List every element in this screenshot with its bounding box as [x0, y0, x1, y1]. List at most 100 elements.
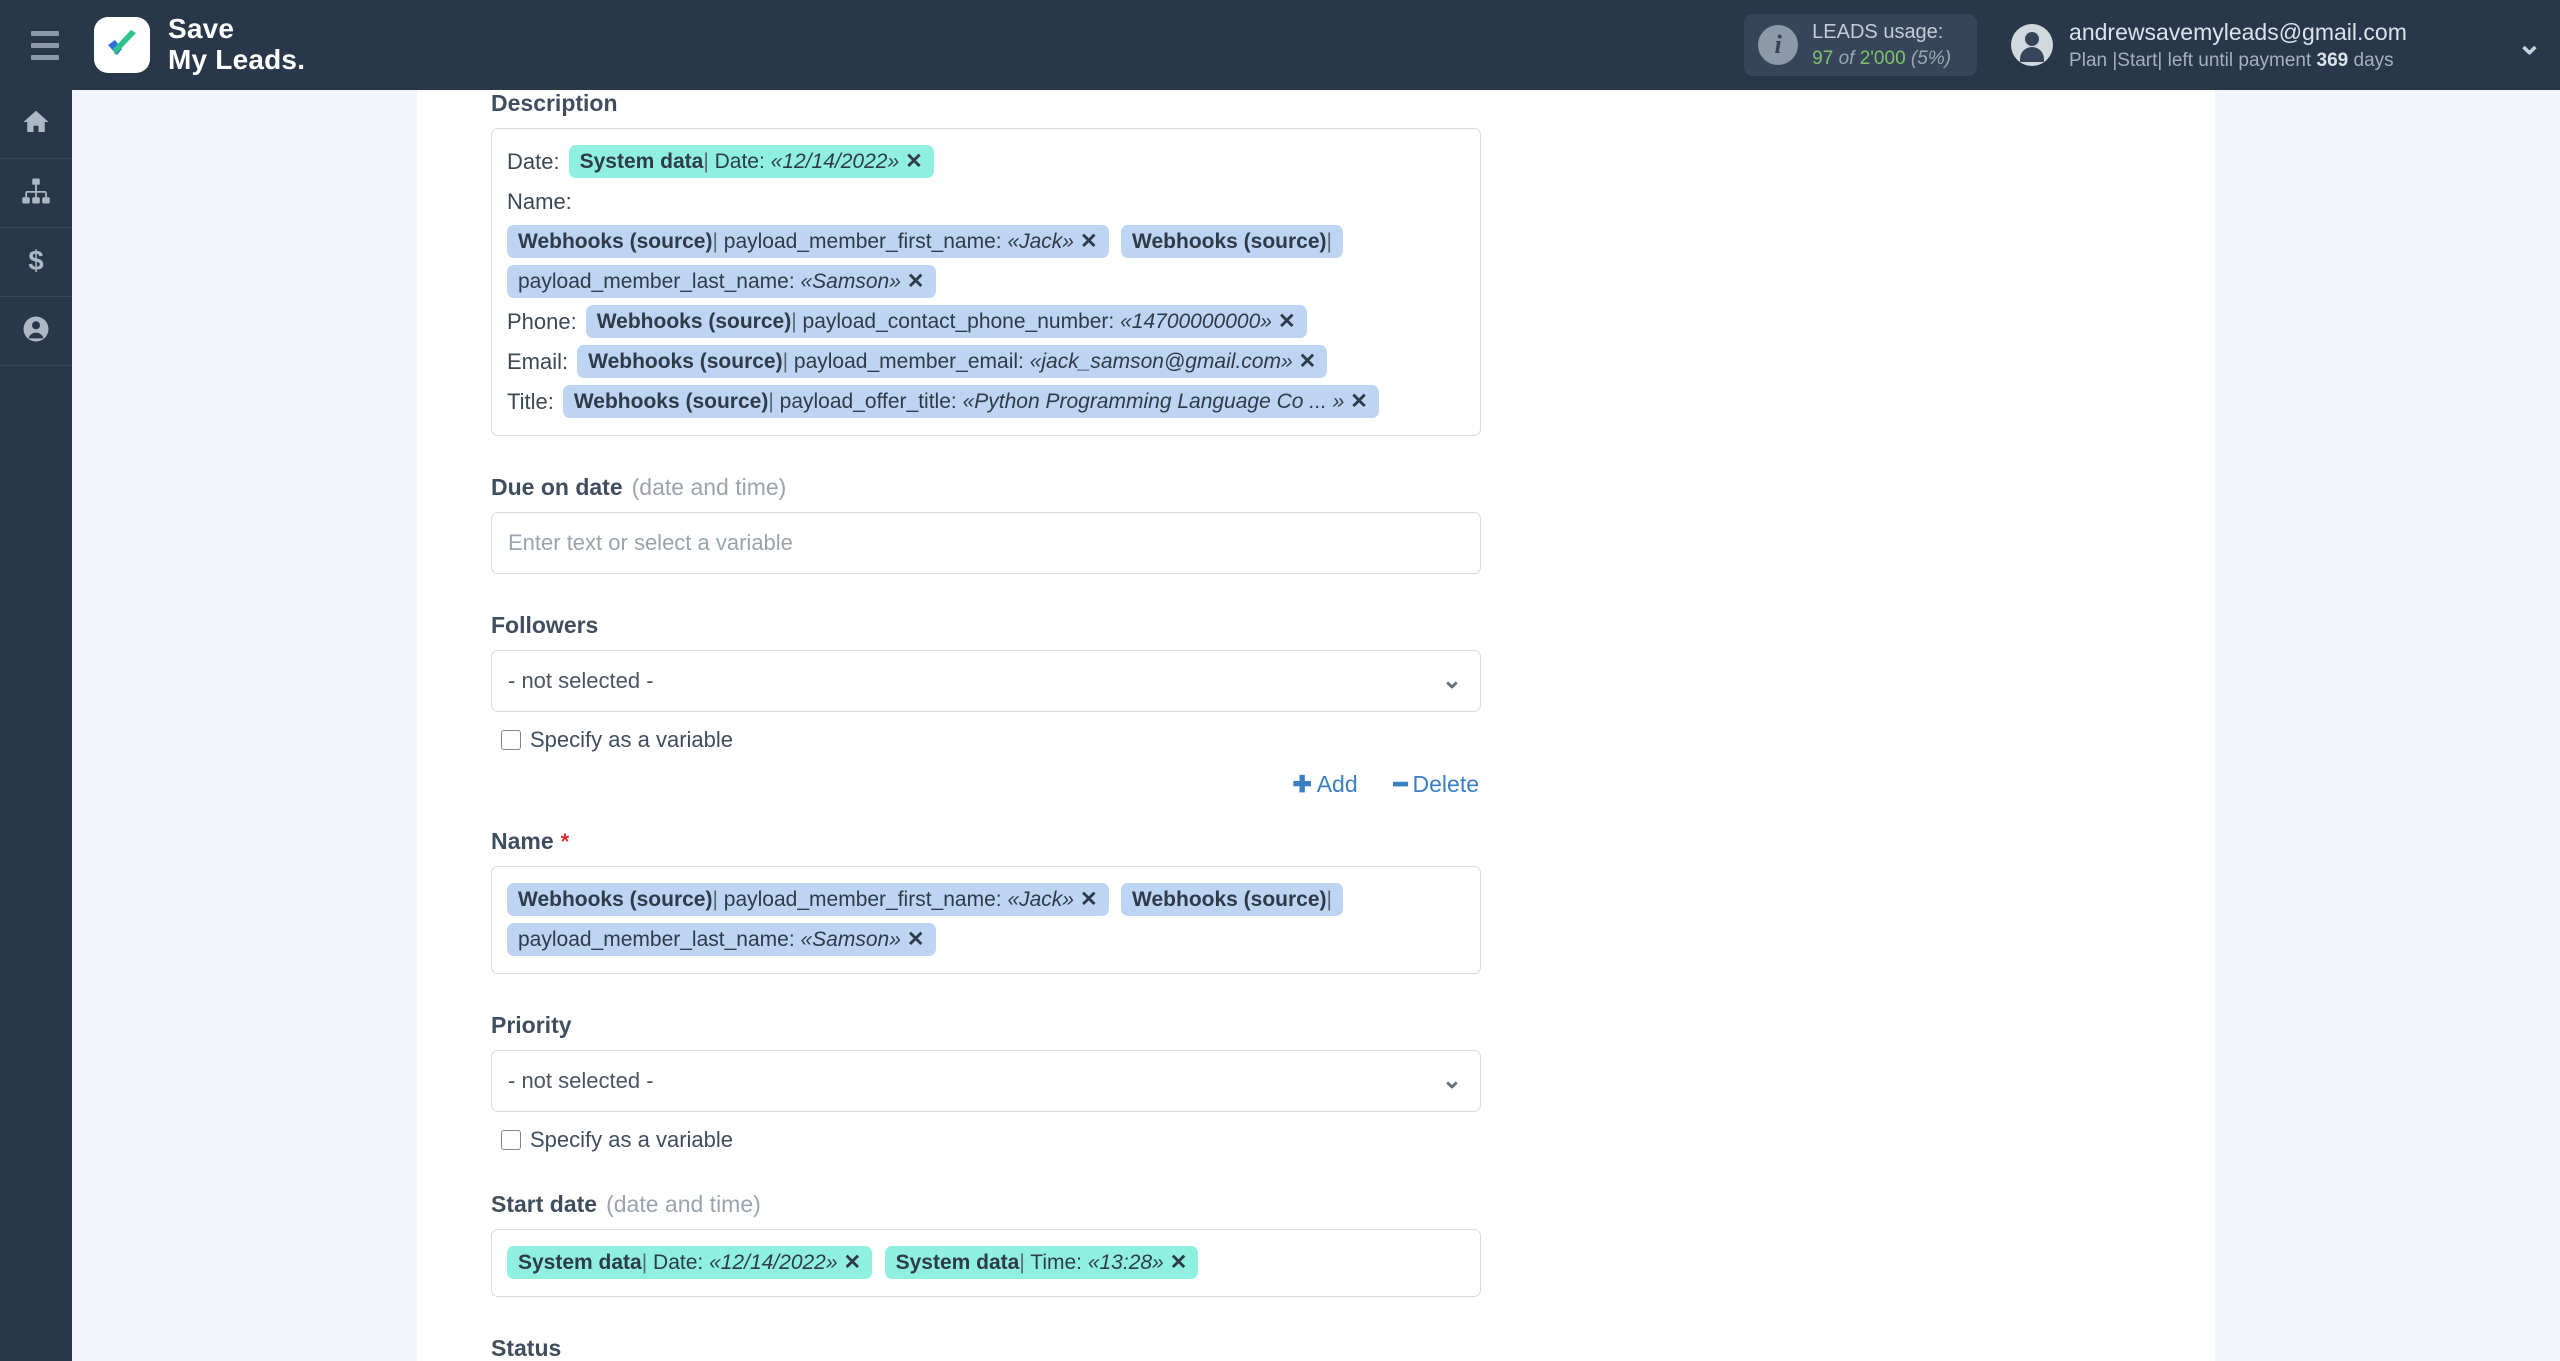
- due-on-date-label: Due on date (date and time): [491, 474, 1481, 501]
- row-label: Title:: [507, 389, 554, 414]
- tag-source: Webhooks (source): [596, 310, 792, 333]
- checkbox-label: Specify as a variable: [530, 1127, 733, 1152]
- variable-tag[interactable]: Webhooks (source)| payload_member_first_…: [507, 225, 1109, 258]
- home-icon: [21, 107, 51, 142]
- description-row-name: Name: Webhooks (source)| payload_member_…: [507, 182, 1465, 302]
- status-label-text: Status: [491, 1335, 562, 1361]
- variable-tag[interactable]: Webhooks (source)| payload_member_email:…: [577, 345, 1328, 378]
- user-icon: [21, 314, 51, 349]
- left-icon-rail: $: [0, 90, 72, 1361]
- variable-tag[interactable]: Webhooks (source)| payload_member_first_…: [507, 883, 1109, 916]
- tag-source: Webhooks (source): [518, 230, 713, 253]
- tag-value: «Jack»: [1007, 230, 1074, 253]
- checkmark-logo-icon: [94, 17, 150, 73]
- tag-source: Webhooks (source): [1132, 230, 1327, 253]
- due-on-date-hint: (date and time): [631, 474, 787, 500]
- left-spacer-panel: [72, 90, 417, 1361]
- hamburger-menu-icon[interactable]: [18, 0, 72, 90]
- sidebar-item-connections[interactable]: [0, 159, 72, 228]
- checkbox-box[interactable]: [501, 1130, 521, 1150]
- start-date-hint: (date and time): [606, 1191, 761, 1217]
- tag-value: «14700000000»: [1120, 310, 1272, 333]
- usage-used: 97: [1812, 47, 1834, 69]
- brand-logo-block[interactable]: Save My Leads.: [94, 13, 306, 76]
- delete-button[interactable]: ━ Delete: [1394, 771, 1479, 798]
- right-spacer-panel: [2215, 90, 2560, 1361]
- tag-remove-icon[interactable]: ✕: [1080, 230, 1098, 253]
- description-field[interactable]: Date: System data| Date: «12/14/2022» ✕ N…: [491, 128, 1481, 436]
- chevron-down-icon[interactable]: ⌄: [2517, 30, 2542, 60]
- variable-tag[interactable]: System data| Date: «12/14/2022» ✕: [568, 145, 934, 178]
- description-label: Description: [491, 90, 1481, 117]
- row-tags: Webhooks (source)| payload_offer_title: …: [562, 382, 1387, 422]
- usage-title: LEADS usage:: [1812, 20, 1944, 43]
- priority-label: Priority: [491, 1012, 1481, 1039]
- tag-remove-icon[interactable]: ✕: [907, 270, 925, 293]
- plan-suffix: days: [2348, 49, 2394, 71]
- leads-usage-widget[interactable]: i LEADS usage: 97 of 2'000 (5%): [1744, 14, 1978, 76]
- variable-tag[interactable]: Webhooks (source)| payload_offer_title: …: [562, 385, 1379, 418]
- due-on-date-input[interactable]: Enter text or select a variable: [491, 512, 1481, 574]
- sidebar-item-billing[interactable]: $: [0, 228, 72, 297]
- add-button[interactable]: ✚ Add: [1292, 771, 1357, 798]
- tag-remove-icon[interactable]: ✕: [1299, 350, 1317, 373]
- tag-field: payload_member_first_name:: [717, 888, 1008, 911]
- row-tags: System data| Date: «12/14/2022» ✕: [568, 142, 942, 182]
- name-field[interactable]: Webhooks (source)| payload_member_first_…: [491, 866, 1481, 974]
- tag-separator: |: [1326, 888, 1332, 911]
- variable-tag[interactable]: System data| Date: «12/14/2022» ✕: [507, 1246, 873, 1279]
- brand-line-2: My Leads.: [168, 44, 306, 75]
- main-content-area: Description Date: System data| Date: «12…: [417, 90, 2215, 1361]
- plus-icon: ✚: [1292, 771, 1312, 797]
- user-avatar-icon: [2011, 24, 2054, 66]
- minus-icon: ━: [1393, 771, 1408, 797]
- usage-of: of: [1838, 47, 1855, 69]
- tag-remove-icon[interactable]: ✕: [905, 150, 923, 173]
- followers-specify-variable-checkbox[interactable]: Specify as a variable: [501, 727, 1481, 753]
- variable-tag[interactable]: Webhooks (source)| payload_contact_phone…: [585, 305, 1307, 338]
- start-date-label-text: Start date: [491, 1191, 598, 1217]
- row-label: Name:: [507, 189, 572, 214]
- tag-field: payload_offer_title:: [773, 390, 963, 413]
- tag-remove-icon[interactable]: ✕: [1170, 1251, 1188, 1274]
- tag-field: payload_member_last_name:: [518, 270, 801, 293]
- chevron-down-icon: ⌄: [1441, 1067, 1462, 1094]
- tag-field: Date:: [708, 150, 771, 173]
- task-settings-form: Description Date: System data| Date: «12…: [491, 90, 1481, 1361]
- row-label: Date:: [507, 149, 560, 174]
- description-row-title: Title: Webhooks (source)| payload_offer_…: [507, 382, 1465, 422]
- hamburger-line: [31, 30, 59, 36]
- tag-remove-icon[interactable]: ✕: [1350, 390, 1368, 413]
- priority-label-text: Priority: [491, 1012, 572, 1038]
- followers-label: Followers: [491, 612, 1481, 639]
- brand-title: Save My Leads.: [168, 13, 306, 76]
- tag-value: «13:28»: [1087, 1251, 1164, 1274]
- hamburger-line: [31, 54, 59, 60]
- tag-remove-icon[interactable]: ✕: [1278, 310, 1296, 333]
- tag-remove-icon[interactable]: ✕: [907, 928, 925, 951]
- sidebar-item-home[interactable]: [0, 90, 72, 159]
- start-date-field[interactable]: System data| Date: «12/14/2022» ✕ System …: [491, 1229, 1481, 1297]
- sidebar-item-account[interactable]: [0, 297, 72, 366]
- name-label-text: Name: [491, 828, 554, 854]
- status-label: Status: [491, 1335, 1481, 1361]
- account-menu[interactable]: andrewsavemyleads@gmail.com Plan |Start|…: [2011, 17, 2421, 74]
- priority-select[interactable]: - not selected - ⌄: [491, 1050, 1481, 1112]
- plan-days: 369: [2316, 49, 2349, 71]
- row-tags: Webhooks (source)| payload_contact_phone…: [585, 302, 1315, 342]
- followers-selected-value: - not selected -: [508, 668, 654, 693]
- followers-select[interactable]: - not selected - ⌄: [491, 650, 1481, 712]
- followers-label-text: Followers: [491, 612, 599, 638]
- tag-field: payload_member_last_name:: [518, 928, 801, 951]
- name-label: Name *: [491, 828, 1481, 855]
- tag-field: payload_member_first_name:: [717, 230, 1008, 253]
- due-on-date-placeholder: Enter text or select a variable: [508, 530, 793, 555]
- tag-remove-icon[interactable]: ✕: [844, 1251, 862, 1274]
- tag-source: System data: [518, 1251, 642, 1274]
- tag-value: «12/14/2022»: [709, 1251, 838, 1274]
- tag-remove-icon[interactable]: ✕: [1080, 888, 1098, 911]
- checkbox-box[interactable]: [501, 730, 521, 750]
- variable-tag[interactable]: System data| Time: «13:28» ✕: [884, 1246, 1199, 1279]
- usage-percent: (5%): [1910, 47, 1952, 69]
- priority-specify-variable-checkbox[interactable]: Specify as a variable: [501, 1127, 1481, 1153]
